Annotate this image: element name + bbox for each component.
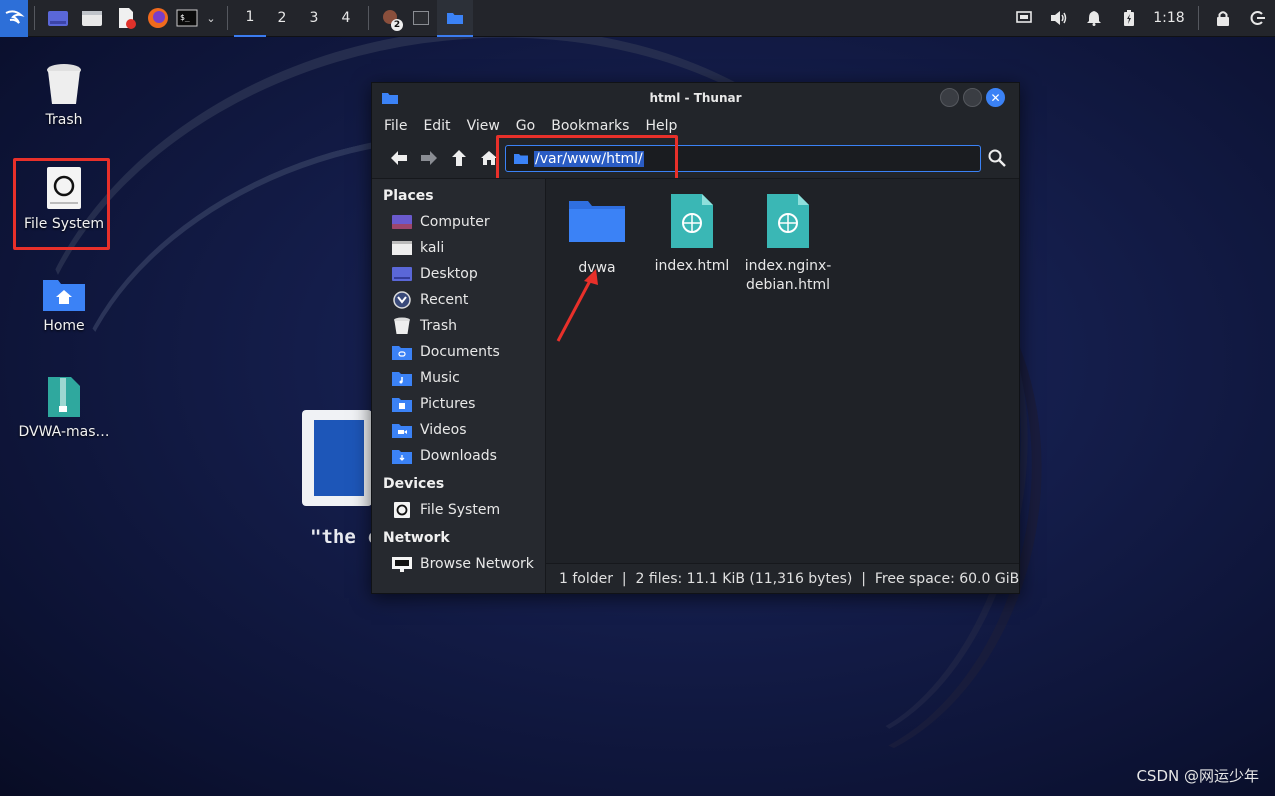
menu-go[interactable]: Go	[516, 118, 535, 134]
badge: 2	[391, 18, 403, 31]
html-file-icon	[671, 194, 713, 248]
file-name: index.html	[654, 258, 730, 274]
file-view: dvwa index.html index.nginx- debian.html…	[546, 179, 1019, 593]
drive-icon	[392, 502, 412, 518]
terminal-icon[interactable]: $_	[173, 0, 201, 37]
desktop-icon-label: Home	[43, 318, 85, 334]
file-manager-icon[interactable]	[75, 0, 109, 37]
workspace-4[interactable]: 4	[330, 0, 362, 37]
show-desktop-icon[interactable]	[41, 0, 75, 37]
desktop-icon-label: Trash	[45, 112, 83, 128]
sidebar-item-kali[interactable]: kali	[372, 235, 545, 261]
videos-folder-icon	[392, 422, 412, 438]
desktop-icon-home[interactable]: Home	[14, 276, 114, 334]
sidebar-item-desktop[interactable]: Desktop	[372, 261, 545, 287]
up-arrow-icon[interactable]	[444, 143, 474, 173]
annotation-arrow	[556, 269, 598, 342]
documents-folder-icon	[392, 344, 412, 360]
menu-edit[interactable]: Edit	[423, 118, 450, 134]
trash-icon	[392, 317, 412, 334]
pictures-folder-icon	[392, 396, 412, 412]
sidebar-item-recent[interactable]: Recent	[372, 287, 545, 313]
sidebar-item-computer[interactable]: Computer	[372, 209, 545, 235]
toolbar: /var/www/html/	[372, 139, 1019, 177]
text-editor-icon[interactable]	[109, 0, 143, 37]
menu-help[interactable]: Help	[645, 118, 677, 134]
forward-arrow-icon[interactable]	[414, 143, 444, 173]
devices-header: Devices	[383, 476, 445, 492]
status-bar: 1 folder | 2 files: 11.1 KiB (11,316 byt…	[546, 563, 1019, 593]
clock[interactable]: 1:18	[1146, 0, 1192, 37]
workspace-2[interactable]: 2	[266, 0, 298, 37]
sidebar: Places Computer kali Desktop Recent Tras…	[372, 179, 546, 593]
file-name: index.nginx- debian.html	[744, 258, 832, 293]
archive-icon	[48, 377, 80, 417]
kali-menu-icon[interactable]	[0, 0, 28, 37]
desktop-icon-trash[interactable]: Trash	[14, 62, 114, 128]
annotation-highlight	[496, 135, 678, 183]
menu-view[interactable]: View	[467, 118, 500, 134]
file-item-index-nginx-debian-html[interactable]: index.nginx- debian.html	[743, 193, 833, 295]
recent-icon	[392, 291, 412, 309]
sidebar-item-trash[interactable]: Trash	[372, 313, 545, 339]
desktop-icon-label: DVWA-mas…	[18, 424, 110, 440]
chevron-down-icon[interactable]: ⌄	[201, 0, 221, 37]
menu-file[interactable]: File	[384, 118, 407, 134]
desktop-icon	[392, 266, 412, 282]
search-icon[interactable]	[984, 145, 1010, 171]
sidebar-item-file-system[interactable]: File System	[372, 497, 545, 523]
close-button[interactable]: ✕	[986, 88, 1005, 107]
computer-icon	[392, 214, 412, 230]
back-arrow-icon[interactable]	[384, 143, 414, 173]
minimize-button[interactable]	[940, 88, 959, 107]
taskbar-app-icon[interactable]: 2	[375, 0, 405, 37]
folder-icon	[569, 201, 625, 242]
maximize-button[interactable]	[963, 88, 982, 107]
sidebar-item-pictures[interactable]: Pictures	[372, 391, 545, 417]
svg-text:$_: $_	[180, 13, 190, 22]
taskbar-terminal-icon[interactable]	[405, 0, 437, 37]
music-folder-icon	[392, 370, 412, 386]
notification-bell-icon[interactable]	[1076, 0, 1111, 37]
home-folder-icon	[43, 280, 85, 311]
home-folder-icon	[392, 240, 412, 256]
downloads-folder-icon	[392, 448, 412, 464]
menu-bar: File Edit View Go Bookmarks Help	[372, 113, 1019, 139]
firefox-icon[interactable]	[143, 0, 173, 37]
taskbar-thunar-icon[interactable]	[437, 0, 473, 37]
thunar-window: html - Thunar ✕ File Edit View Go Bookma…	[371, 82, 1020, 594]
trash-icon	[47, 64, 81, 104]
kali-logo	[302, 410, 372, 506]
menu-bookmarks[interactable]: Bookmarks	[551, 118, 629, 134]
workspace-3[interactable]: 3	[298, 0, 330, 37]
volume-icon[interactable]	[1041, 0, 1076, 37]
kali-quote: "the c	[310, 526, 379, 548]
sidebar-item-documents[interactable]: Documents	[372, 339, 545, 365]
workspace-1[interactable]: 1	[234, 0, 266, 37]
top-panel: $_ ⌄ 1 2 3 4 2 1:18	[0, 0, 1275, 37]
sidebar-item-music[interactable]: Music	[372, 365, 545, 391]
annotation-highlight	[13, 158, 110, 250]
network-header: Network	[383, 530, 450, 546]
watermark: CSDN @网运少年	[1136, 767, 1259, 785]
network-icon[interactable]	[1006, 0, 1041, 37]
sidebar-item-videos[interactable]: Videos	[372, 417, 545, 443]
lock-icon[interactable]	[1205, 0, 1240, 37]
logout-icon[interactable]	[1240, 0, 1275, 37]
battery-icon[interactable]	[1111, 0, 1146, 37]
window-title: html - Thunar	[649, 91, 742, 105]
desktop-icon-dvwa-archive[interactable]: DVWA-mas…	[14, 376, 114, 440]
file-item-index-html[interactable]: index.html	[647, 193, 737, 276]
sidebar-item-downloads[interactable]: Downloads	[372, 443, 545, 469]
places-header: Places	[383, 188, 434, 204]
network-icon	[392, 556, 412, 572]
sidebar-item-browse-network[interactable]: Browse Network	[372, 551, 545, 577]
title-bar[interactable]: html - Thunar ✕	[372, 83, 1019, 113]
html-file-icon	[767, 194, 809, 248]
